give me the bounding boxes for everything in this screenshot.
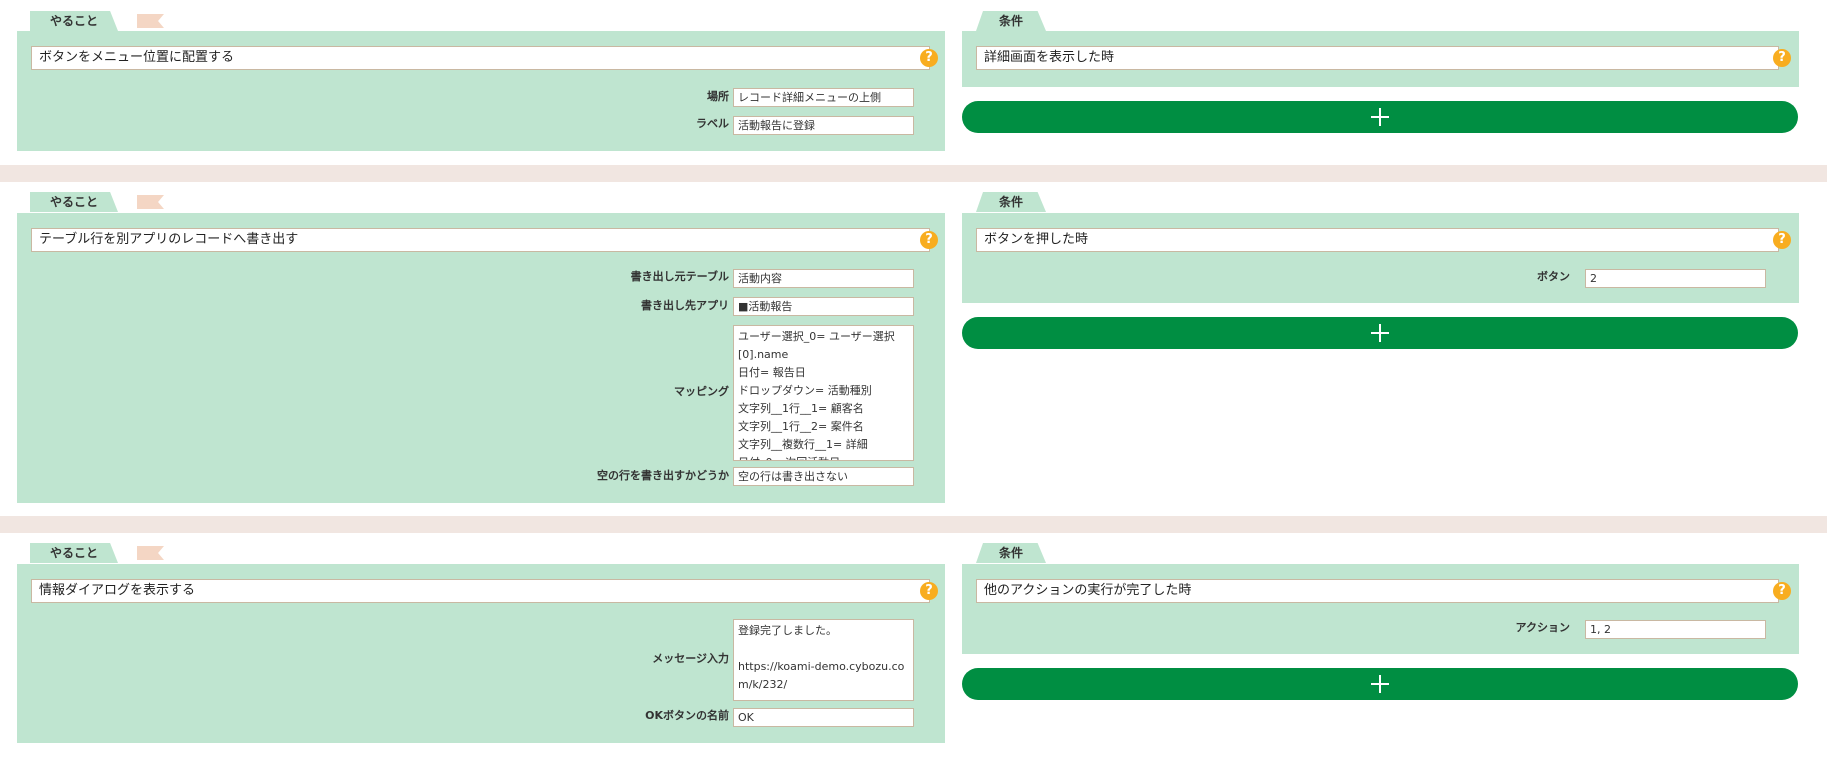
todo-title-input[interactable]: 情報ダイアログを表示する (31, 579, 930, 603)
row-separator (0, 165, 1827, 182)
field-input-ok-button-name[interactable]: OK (733, 708, 914, 727)
field-textarea-message[interactable]: 登録完了しました。 https://koami-demo.cybozu.com/… (733, 619, 914, 701)
help-icon[interactable]: ? (920, 582, 938, 600)
field-input-source-table[interactable]: 活動内容 (733, 269, 914, 288)
rule-row-2: やること テーブル行を別アプリのレコードへ書き出す ? 書き出し元テーブル 活動… (0, 182, 1827, 516)
field-input-action[interactable]: 1, 2 (1585, 620, 1766, 639)
field-label-action: アクション (1515, 621, 1570, 634)
condition-title-input[interactable]: ボタンを押した時 (976, 228, 1779, 252)
condition-tab-label: 条件 (976, 11, 1046, 31)
field-label-ok-button-name: OKボタンの名前 (645, 709, 729, 722)
condition-tab-label: 条件 (976, 543, 1046, 563)
flag-icon (137, 14, 164, 28)
field-label-target-app: 書き出し先アプリ (641, 299, 729, 312)
field-label-message: メッセージ入力 (652, 652, 729, 665)
help-icon[interactable]: ? (1773, 49, 1791, 67)
row-separator (0, 516, 1827, 533)
todo-tab-label: やること (30, 543, 118, 563)
plus-icon (1371, 675, 1389, 693)
field-input-location[interactable]: レコード詳細メニューの上側 (733, 88, 914, 107)
field-label-label: ラベル (696, 117, 729, 130)
field-label-button: ボタン (1537, 270, 1570, 283)
flag-icon (137, 195, 164, 209)
condition-panel: 詳細画面を表示した時 ? (962, 31, 1799, 87)
rule-row-3: やること 情報ダイアログを表示する ? メッセージ入力 登録完了しました。 ht… (0, 533, 1827, 757)
condition-panel: ボタンを押した時 ? ボタン 2 (962, 213, 1799, 303)
condition-title-input[interactable]: 他のアクションの実行が完了した時 (976, 579, 1779, 603)
field-label-mapping: マッピング (674, 385, 729, 398)
field-input-button[interactable]: 2 (1585, 269, 1766, 288)
todo-panel: テーブル行を別アプリのレコードへ書き出す ? 書き出し元テーブル 活動内容 書き… (17, 213, 945, 503)
condition-tab-label: 条件 (976, 192, 1046, 212)
add-condition-button[interactable] (962, 668, 1798, 700)
help-icon[interactable]: ? (1773, 231, 1791, 249)
todo-panel: 情報ダイアログを表示する ? メッセージ入力 登録完了しました。 https:/… (17, 564, 945, 743)
field-label-empty-rows: 空の行を書き出すかどうか (597, 469, 729, 482)
plus-icon (1371, 324, 1389, 342)
field-input-empty-rows[interactable]: 空の行は書き出さない (733, 467, 914, 486)
field-label-location: 場所 (707, 90, 729, 103)
field-input-target-app[interactable]: ■活動報告 (733, 297, 914, 316)
todo-tab-label: やること (30, 192, 118, 212)
condition-panel: 他のアクションの実行が完了した時 ? アクション 1, 2 (962, 564, 1799, 654)
flag-icon (137, 546, 164, 560)
help-icon[interactable]: ? (1773, 582, 1791, 600)
plus-icon (1371, 108, 1389, 126)
todo-panel: ボタンをメニュー位置に配置する ? 場所 レコード詳細メニューの上側 ラベル 活… (17, 31, 945, 151)
help-icon[interactable]: ? (920, 49, 938, 67)
field-input-label[interactable]: 活動報告に登録 (733, 116, 914, 135)
condition-title-input[interactable]: 詳細画面を表示した時 (976, 46, 1779, 70)
field-textarea-mapping[interactable]: ユーザー選択_0= ユーザー選択[0].name 日付= 報告日 ドロップダウン… (733, 325, 914, 461)
todo-tab-label: やること (30, 11, 118, 31)
todo-title-input[interactable]: テーブル行を別アプリのレコードへ書き出す (31, 228, 930, 252)
rule-row-1: やること ボタンをメニュー位置に配置する ? 場所 レコード詳細メニューの上側 … (0, 0, 1827, 165)
todo-title-input[interactable]: ボタンをメニュー位置に配置する (31, 46, 930, 70)
field-label-source-table: 書き出し元テーブル (630, 270, 729, 283)
add-condition-button[interactable] (962, 101, 1798, 133)
add-condition-button[interactable] (962, 317, 1798, 349)
help-icon[interactable]: ? (920, 231, 938, 249)
